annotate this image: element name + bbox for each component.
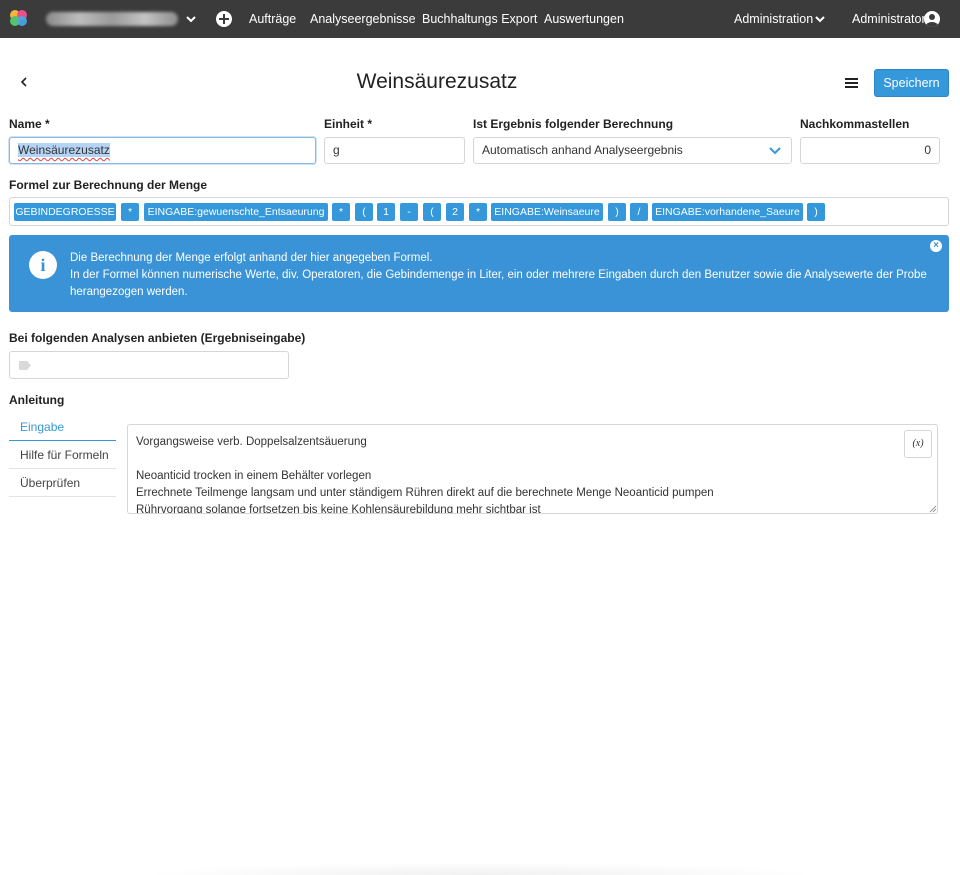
formula-token[interactable]: * — [121, 203, 139, 221]
nav-link-analyseergebnisse[interactable]: Analyseergebnisse — [310, 12, 416, 26]
info-text-line-2: In der Formel können numerische Werte, d… — [70, 269, 927, 298]
formula-label: Formel zur Berechnung der Menge — [9, 178, 208, 192]
top-navbar: Aufträge Analyseergebnisse Buchhaltungs … — [0, 0, 960, 38]
info-text: Die Berechnung der Menge erfolgt anhand … — [70, 250, 930, 301]
user-avatar-icon[interactable] — [924, 11, 940, 27]
formula-editor[interactable]: GEBINDEGROESSE * EINGABE:gewuenschte_Ent… — [9, 197, 949, 226]
name-label: Name * — [9, 117, 50, 131]
instructions-line: Errechnete Teilmenge langsam und unter s… — [136, 487, 714, 499]
formula-token[interactable]: 2 — [446, 203, 464, 221]
nav-user-menu[interactable]: Administrator — [852, 12, 926, 26]
tab-hilfe-fuer-formeln[interactable]: Hilfe für Formeln — [9, 441, 116, 469]
formula-token[interactable]: GEBINDEGROESSE — [14, 203, 116, 221]
formula-token[interactable]: * — [332, 203, 350, 221]
unit-input[interactable]: g — [324, 137, 465, 164]
formula-token[interactable]: ) — [608, 203, 626, 221]
instructions-line: Neoanticid trocken in einem Behälter vor… — [136, 470, 372, 482]
decimals-label: Nachkommastellen — [800, 117, 910, 131]
instructions-label: Anleitung — [9, 393, 65, 407]
calculation-select-value: Automatisch anhand Analyseergebnis — [482, 143, 683, 157]
footer-shadow — [140, 862, 820, 875]
nav-administration-menu[interactable]: Administration — [734, 12, 813, 26]
instructions-line — [136, 451, 929, 468]
formula-token[interactable]: EINGABE:gewuenschte_Entsaeurung — [144, 203, 328, 221]
formula-token[interactable]: ( — [355, 203, 373, 221]
chevron-down-icon[interactable] — [185, 13, 197, 25]
formula-token[interactable]: * — [469, 203, 487, 221]
chevron-down-icon[interactable] — [814, 13, 826, 25]
nav-link-buchhaltungs-export[interactable]: Buchhaltungs Export — [422, 12, 537, 26]
calculation-select[interactable]: Automatisch anhand Analyseergebnis — [473, 137, 792, 164]
instructions-textarea[interactable]: Vorgangsweise verb. Doppelsalzentsäuerun… — [127, 424, 938, 514]
name-input-value: Weinsäurezusatz — [18, 143, 110, 157]
formula-token[interactable]: ( — [423, 203, 441, 221]
unit-label: Einheit * — [324, 117, 373, 131]
insert-variable-button[interactable]: (x) — [904, 430, 932, 458]
name-input[interactable]: Weinsäurezusatz — [9, 137, 316, 164]
instructions-line: Rührvorgang solange fortsetzen bis keine… — [136, 504, 541, 514]
decimals-input[interactable]: 0 — [800, 137, 940, 164]
formula-token[interactable]: ) — [807, 203, 825, 221]
add-icon[interactable] — [216, 11, 232, 27]
instructions-line: Vorgangsweise verb. Doppelsalzentsäuerun… — [136, 436, 367, 448]
hamburger-menu-icon[interactable] — [845, 78, 858, 88]
formula-token[interactable]: - — [400, 203, 418, 221]
chevron-down-icon — [769, 147, 781, 155]
formula-token[interactable]: EINGABE:vorhandene_Saeure — [652, 203, 803, 221]
page-title: Weinsäurezusatz — [356, 70, 518, 93]
app-logo-icon[interactable] — [10, 10, 28, 28]
calculation-label: Ist Ergebnis folgender Berechnung — [473, 117, 674, 131]
info-icon: i — [29, 251, 57, 279]
nav-link-auftraege[interactable]: Aufträge — [249, 12, 296, 26]
nav-link-auswertungen[interactable]: Auswertungen — [544, 12, 624, 26]
info-text-line-1: Die Berechnung der Menge erfolgt anhand … — [70, 252, 433, 264]
tab-ueberpruefen[interactable]: Überprüfen — [9, 469, 116, 497]
organization-name[interactable] — [46, 12, 178, 26]
tab-eingabe[interactable]: Eingabe — [9, 413, 116, 441]
formula-token[interactable]: EINGABE:Weinsaeure — [491, 203, 603, 221]
analyses-label: Bei folgenden Analysen anbieten (Ergebni… — [9, 331, 306, 345]
save-button[interactable]: Speichern — [874, 69, 949, 97]
analyses-tag-input[interactable] — [9, 351, 289, 379]
info-alert: i Die Berechnung der Menge erfolgt anhan… — [9, 235, 949, 312]
tag-icon — [19, 361, 31, 370]
close-icon[interactable]: × — [930, 240, 942, 252]
resize-handle-icon[interactable] — [929, 505, 937, 513]
formula-token[interactable]: 1 — [377, 203, 395, 221]
formula-token[interactable]: / — [630, 203, 648, 221]
